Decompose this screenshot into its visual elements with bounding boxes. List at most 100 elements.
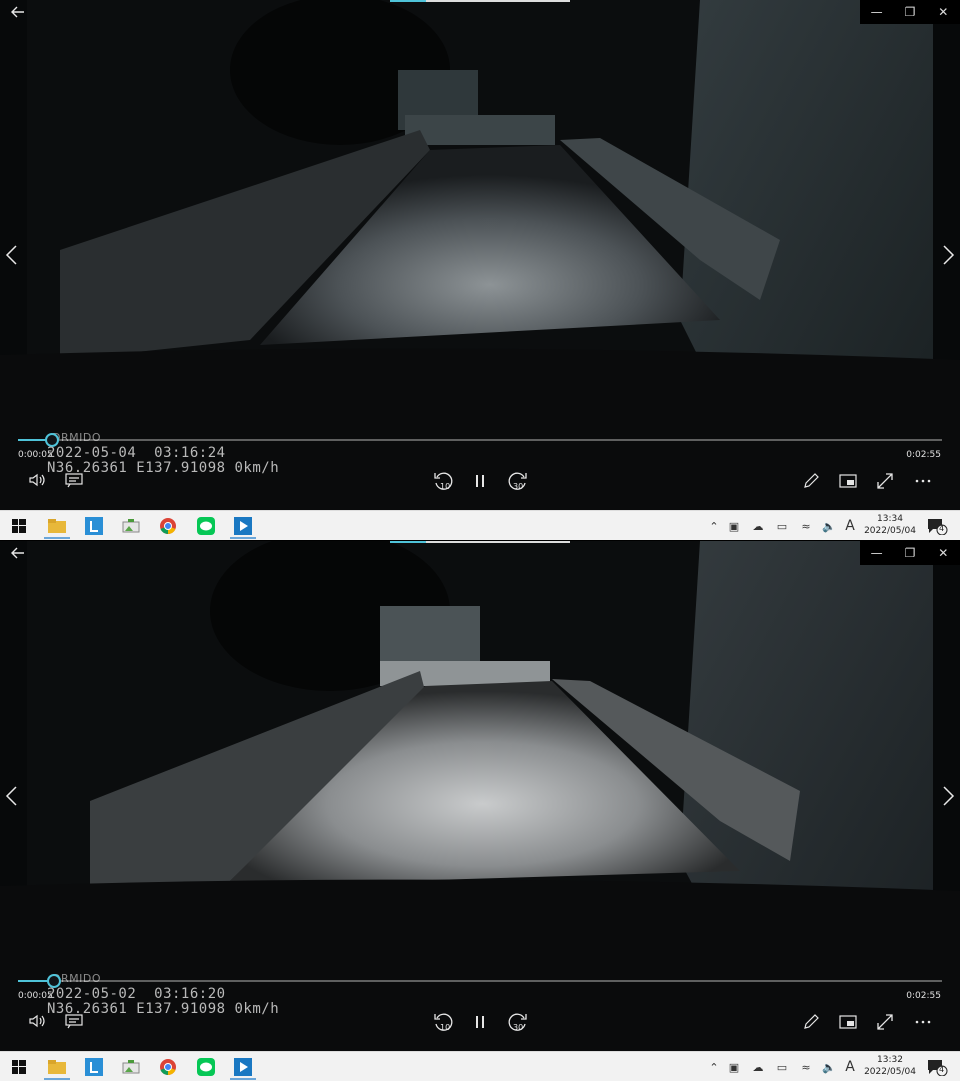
start-button[interactable] — [2, 513, 36, 539]
onedrive-icon[interactable]: ☁ — [746, 520, 770, 533]
taskbar-chrome[interactable] — [151, 1054, 185, 1080]
chevron-right-icon — [943, 245, 955, 265]
taskbar-movies-tv[interactable] — [226, 513, 260, 539]
restore-button[interactable]: ❐ — [893, 0, 926, 24]
restore-button[interactable]: ❐ — [893, 541, 926, 565]
notification-center-button[interactable]: 4 — [926, 517, 948, 536]
battery-icon[interactable]: ▭ — [770, 520, 794, 533]
stamp-datetime: 2022-05-02 03:16:20 — [47, 986, 226, 1002]
edit-button[interactable] — [798, 1009, 824, 1035]
taskbar-clock[interactable]: 13:32 2022/05/04 — [860, 1054, 920, 1078]
taskbar-photos[interactable] — [114, 513, 148, 539]
forward-30-button[interactable]: 30 — [505, 1009, 531, 1035]
taskbar-file-explorer[interactable] — [40, 513, 74, 539]
taskbar: ⌃ ▣ ☁ ▭ ≈ 🔈 A 13:32 2022/05/04 4 — [0, 1051, 960, 1081]
minimize-button[interactable]: — — [860, 0, 893, 24]
taskbar-chrome[interactable] — [151, 513, 185, 539]
tray-app-icon[interactable]: ▣ — [722, 520, 746, 533]
movies-tv-icon — [234, 517, 252, 535]
start-button[interactable] — [2, 1054, 36, 1080]
subtitles-button[interactable] — [61, 1008, 87, 1034]
speaker-icon[interactable]: 🔈 — [818, 1061, 840, 1074]
fullscreen-icon — [877, 1014, 893, 1030]
video-area[interactable]: — ❐ ✕ DRMIDO 0:00:05 0:02:55 2022-05-04 … — [0, 0, 960, 510]
l-app-icon — [85, 1058, 103, 1076]
back-button[interactable] — [10, 4, 26, 24]
ime-indicator[interactable]: A — [840, 518, 860, 534]
battery-icon[interactable]: ▭ — [770, 1061, 794, 1074]
skip-forward-label: 30 — [513, 482, 523, 491]
volume-button[interactable] — [24, 1008, 50, 1034]
tray-overflow-button[interactable]: ⌃ — [706, 520, 722, 533]
previous-button[interactable] — [4, 244, 20, 270]
subtitles-button[interactable] — [61, 467, 87, 493]
minimize-button[interactable]: — — [860, 541, 893, 565]
tray-overflow-button[interactable]: ⌃ — [706, 1061, 722, 1074]
more-icon — [915, 1020, 931, 1024]
previous-button[interactable] — [4, 785, 20, 811]
taskbar-line[interactable] — [189, 513, 223, 539]
rewind-10-icon: 10 — [434, 472, 453, 491]
fullscreen-button[interactable] — [872, 468, 898, 494]
pause-icon — [476, 475, 484, 487]
forward-30-icon: 30 — [508, 1013, 527, 1032]
next-button[interactable] — [940, 785, 956, 811]
chevron-left-icon — [5, 786, 17, 806]
taskbar-clock[interactable]: 13:34 2022/05/04 — [860, 513, 920, 537]
video-area[interactable]: — ❐ ✕ DRMIDO 0:00:05 0:02:55 2022-05-02 … — [0, 541, 960, 1051]
pause-button[interactable] — [467, 1009, 493, 1035]
taskbar-app-l[interactable] — [77, 1054, 111, 1080]
clock-time: 13:32 — [877, 1055, 903, 1065]
clock-date: 2022/05/04 — [864, 526, 916, 536]
total-duration: 0:02:55 — [906, 991, 941, 1001]
clock-time: 13:34 — [877, 514, 903, 524]
seek-bar[interactable] — [18, 433, 942, 447]
pencil-icon — [804, 1014, 819, 1029]
notification-center-button[interactable]: 4 — [926, 1058, 948, 1077]
miniplayer-button[interactable] — [835, 468, 861, 494]
miniplayer-icon — [839, 1015, 857, 1029]
wifi-icon[interactable]: ≈ — [794, 1061, 818, 1074]
photos-icon — [122, 519, 140, 533]
chrome-icon — [160, 1059, 176, 1076]
speaker-icon[interactable]: 🔈 — [818, 520, 840, 533]
pause-button[interactable] — [467, 468, 493, 494]
onedrive-icon[interactable]: ☁ — [746, 1061, 770, 1074]
taskbar-file-explorer[interactable] — [40, 1054, 74, 1080]
title-drag-bar[interactable] — [390, 0, 570, 2]
clock-date: 2022/05/04 — [864, 1067, 916, 1077]
tray-app-icon[interactable]: ▣ — [722, 1061, 746, 1074]
rewind-10-button[interactable]: 10 — [430, 468, 456, 494]
miniplayer-button[interactable] — [835, 1009, 861, 1035]
notification-icon — [928, 519, 948, 536]
notification-count: 4 — [939, 524, 945, 533]
next-button[interactable] — [940, 244, 956, 270]
window-controls: — ❐ ✕ — [860, 0, 960, 24]
back-button[interactable] — [10, 545, 26, 565]
fullscreen-button[interactable] — [872, 1009, 898, 1035]
taskbar-line[interactable] — [189, 1054, 223, 1080]
forward-30-button[interactable]: 30 — [505, 468, 531, 494]
subtitles-icon — [65, 473, 83, 488]
more-button[interactable] — [910, 1009, 936, 1035]
ime-indicator[interactable]: A — [840, 1059, 860, 1075]
watermark-brand: DRMIDO — [52, 431, 101, 444]
taskbar-movies-tv[interactable] — [226, 1054, 260, 1080]
volume-button[interactable] — [24, 467, 50, 493]
wifi-icon[interactable]: ≈ — [794, 520, 818, 533]
more-button[interactable] — [910, 468, 936, 494]
seek-bar[interactable] — [18, 974, 942, 988]
line-icon — [197, 517, 215, 535]
title-drag-bar[interactable] — [390, 541, 570, 543]
photos-icon — [122, 1060, 140, 1074]
taskbar-app-l[interactable] — [77, 513, 111, 539]
taskbar-photos[interactable] — [114, 1054, 148, 1080]
system-tray: ⌃ ▣ ☁ ▭ ≈ 🔈 A — [706, 511, 860, 540]
close-button[interactable]: ✕ — [927, 0, 960, 24]
taskbar: ⌃ ▣ ☁ ▭ ≈ 🔈 A 13:34 2022/05/04 4 — [0, 510, 960, 540]
rewind-10-button[interactable]: 10 — [430, 1009, 456, 1035]
forward-30-icon: 30 — [508, 472, 527, 491]
edit-button[interactable] — [798, 468, 824, 494]
close-button[interactable]: ✕ — [927, 541, 960, 565]
volume-icon — [29, 1014, 45, 1028]
